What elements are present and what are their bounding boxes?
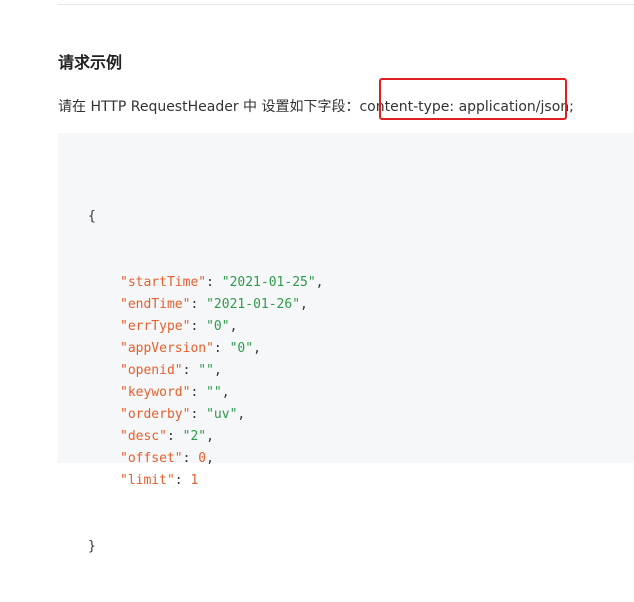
json-fields: "startTime": "2021-01-25", "endTime": "20…: [88, 272, 324, 492]
json-value: "0": [229, 341, 254, 356]
json-comma: ,: [300, 297, 308, 312]
json-field-line: "openid": "",: [88, 360, 324, 382]
json-colon: :: [190, 297, 207, 312]
json-colon: :: [213, 341, 230, 356]
json-value: "uv": [206, 407, 238, 422]
json-comma: ,: [213, 363, 222, 378]
json-colon: :: [190, 319, 207, 334]
json-field-line: "appVersion": "0",: [88, 338, 324, 360]
section-title: 请求示例: [58, 53, 123, 72]
json-comma: ,: [229, 319, 238, 334]
json-comma: ,: [237, 407, 246, 422]
code-example-block: { "startTime": "2021-01-25", "endTime": "…: [58, 133, 634, 554]
json-field-line: "orderby": "uv",: [88, 404, 324, 426]
json-key: "appVersion": [120, 341, 214, 356]
json-key: "orderby": [120, 407, 191, 422]
json-field-line: "keyword": "",: [88, 382, 324, 404]
json-field-line: "errType": "0",: [88, 316, 324, 338]
json-field-line: "offset": 0,: [88, 448, 324, 470]
json-field-line: "desc": "2",: [88, 426, 324, 448]
json-comma: ,: [206, 451, 214, 466]
json-key: "errType": [120, 319, 191, 334]
json-value: "2": [182, 429, 207, 444]
json-value: "2021-01-26": [206, 297, 301, 312]
json-colon: :: [174, 473, 191, 488]
json-value: "2021-01-25": [221, 275, 316, 290]
json-field-line: "endTime": "2021-01-26",: [88, 294, 324, 316]
json-colon: :: [182, 363, 199, 378]
json-value: "0": [206, 319, 230, 334]
top-divider: [58, 4, 634, 5]
json-comma: ,: [315, 275, 324, 290]
json-key: "startTime": [120, 275, 207, 290]
json-colon: :: [166, 429, 183, 444]
json-close-brace: }: [88, 539, 96, 554]
json-key: "limit": [120, 473, 175, 488]
json-colon: :: [182, 451, 199, 466]
json-colon: :: [190, 385, 207, 400]
json-key: "keyword": [120, 385, 191, 400]
json-value: 0: [198, 451, 207, 466]
json-colon: :: [190, 407, 207, 422]
json-comma: ,: [253, 341, 261, 356]
json-code: { "startTime": "2021-01-25", "endTime": "…: [88, 162, 324, 602]
json-field-line: "startTime": "2021-01-25",: [88, 272, 324, 294]
json-comma: ,: [206, 429, 214, 444]
json-key: "desc": [120, 429, 167, 444]
json-value: "": [206, 385, 222, 400]
content-type-highlight-box: [379, 78, 567, 120]
json-key: "endTime": [120, 297, 191, 312]
json-value: 1: [190, 473, 199, 488]
json-open-brace: {: [88, 209, 96, 224]
json-key: "offset": [120, 451, 183, 466]
json-field-line: "limit": 1: [88, 470, 324, 492]
json-comma: ,: [221, 385, 230, 400]
json-key: "openid": [120, 363, 183, 378]
json-colon: :: [206, 275, 222, 290]
json-value: "": [198, 363, 214, 378]
